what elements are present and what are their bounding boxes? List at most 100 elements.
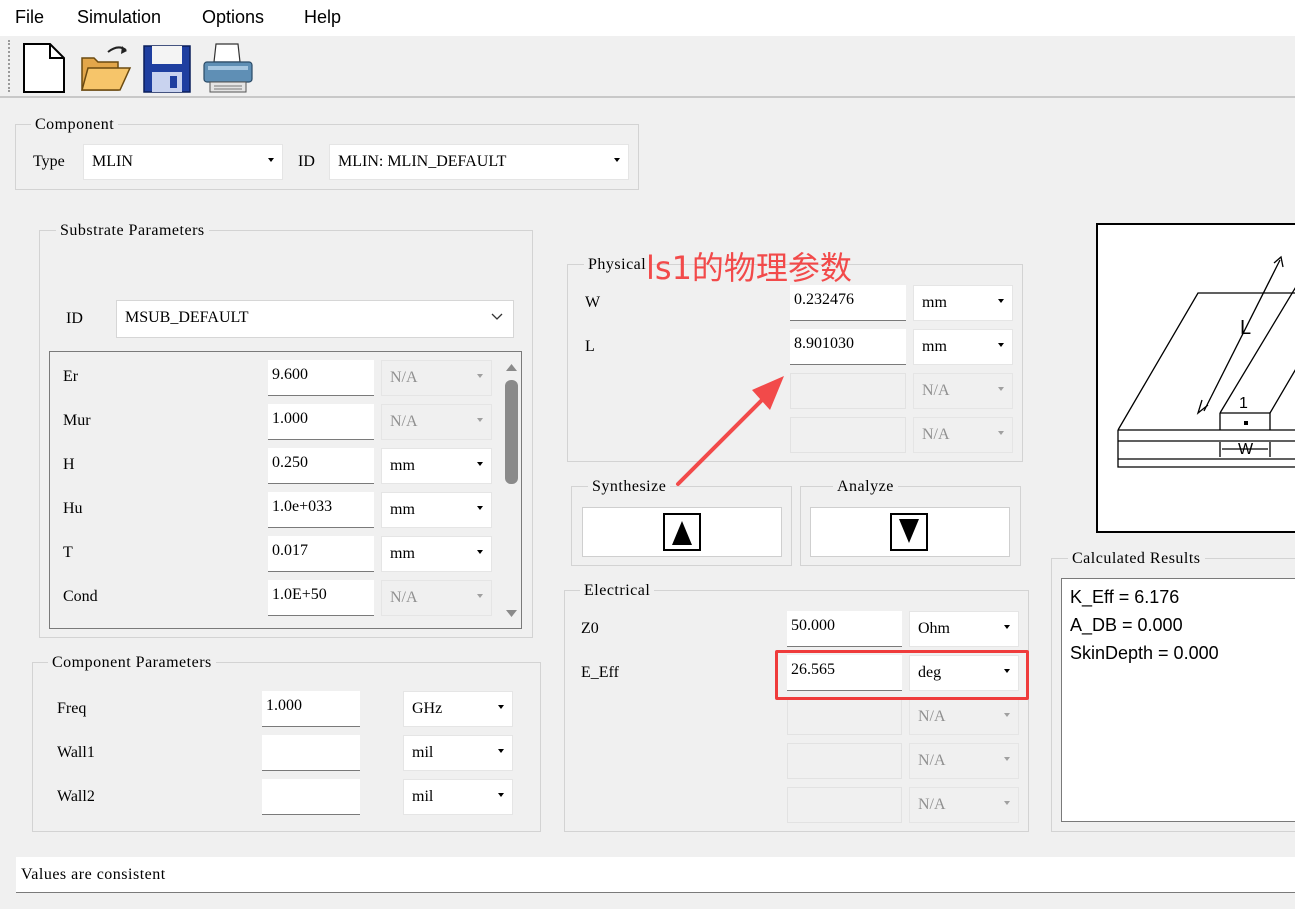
physical-unit-select: N/A [913, 373, 1013, 409]
electrical-param-input[interactable]: 50.000 [787, 611, 902, 647]
electrical-unit-select: N/A [909, 787, 1019, 823]
physical-unit-select: N/A [913, 417, 1013, 453]
component-param-input[interactable] [262, 779, 360, 815]
printer-icon[interactable] [200, 40, 256, 96]
analyze-legend: Analyze [833, 478, 898, 496]
physical-unit-select-value: mm [922, 338, 947, 355]
scroll-up-icon[interactable] [506, 364, 517, 371]
electrical-unit-select-value: N/A [918, 796, 946, 813]
arrow-up-icon [663, 513, 701, 551]
substrate-legend: Substrate Parameters [56, 222, 209, 240]
physical-unit-select-value: N/A [922, 426, 950, 443]
new-file-icon[interactable] [18, 40, 74, 96]
electrical-param-input [787, 787, 902, 823]
component-legend: Component [31, 116, 119, 134]
component-param-unit-select[interactable]: GHz [403, 691, 513, 727]
physical-param-input [790, 417, 906, 453]
substrate-table[interactable]: Er 9.600 N/A Mur 1.000 N/A H 0.250 mm Hu 1.0e+033 m… [49, 351, 522, 629]
physical-unit-select[interactable]: mm [913, 329, 1013, 365]
open-folder-icon[interactable] [78, 40, 134, 96]
electrical-unit-select[interactable]: Ohm [909, 611, 1019, 647]
component-id-select[interactable]: MLIN: MLIN_DEFAULT [329, 144, 629, 180]
component-param-unit-select[interactable]: mil [403, 735, 513, 771]
component-params-legend: Component Parameters [48, 654, 216, 672]
physical-param-input[interactable]: 8.901030 [790, 329, 906, 365]
substrate-param-input[interactable]: 0.017 [268, 536, 374, 572]
analyze-button[interactable] [810, 507, 1010, 557]
scrollbar-thumb[interactable] [505, 380, 518, 484]
component-param-input[interactable] [262, 735, 360, 771]
microstrip-diagram: L 1 W [1096, 223, 1295, 533]
type-select-value: MLIN [92, 153, 133, 170]
synthesize-button[interactable] [582, 507, 782, 557]
chevron-down-icon [1004, 625, 1010, 629]
component-param-input[interactable]: 1.000 [262, 691, 360, 727]
component-param-unit-select-value: GHz [412, 700, 443, 717]
chevron-down-icon [998, 343, 1004, 347]
substrate-unit-select: N/A [381, 360, 492, 396]
electrical-param-label: E_Eff [581, 664, 619, 681]
chevron-down-icon [998, 431, 1004, 435]
annotation-text: ls1的物理参数 [646, 249, 852, 287]
physical-param-input[interactable]: 0.232476 [790, 285, 906, 321]
highlight-box [775, 650, 1029, 700]
substrate-unit-select-value: mm [390, 545, 415, 562]
substrate-param-input[interactable]: 0.250 [268, 448, 374, 484]
physical-unit-select-value: mm [922, 294, 947, 311]
electrical-unit-select: N/A [909, 743, 1019, 779]
substrate-param-input[interactable]: 1.0E+50 [268, 580, 374, 616]
physical-unit-select-value: N/A [922, 382, 950, 399]
substrate-unit-select[interactable]: mm [381, 536, 492, 572]
type-label: Type [33, 153, 65, 170]
substrate-param-label: Er [63, 368, 79, 385]
electrical-param-input [787, 699, 902, 735]
physical-unit-select[interactable]: mm [913, 285, 1013, 321]
electrical-param-input [787, 743, 902, 779]
chevron-down-icon [1004, 713, 1010, 717]
type-select[interactable]: MLIN [83, 144, 283, 180]
substrate-param-label: T [63, 544, 73, 561]
chevron-down-icon [498, 705, 504, 709]
substrate-param-input[interactable]: 1.0e+033 [268, 492, 374, 528]
component-param-label: Wall1 [57, 744, 95, 761]
substrate-unit-select-value: N/A [390, 369, 418, 386]
substrate-unit-select-value: N/A [390, 413, 418, 430]
chevron-down-icon [998, 387, 1004, 391]
electrical-unit-select: N/A [909, 699, 1019, 735]
results-textbox[interactable]: K_Eff = 6.176 A_DB = 0.000 SkinDepth = 0… [1061, 578, 1295, 822]
component-param-label: Freq [57, 700, 87, 717]
component-id-value: MLIN: MLIN_DEFAULT [338, 153, 507, 170]
menu-options[interactable]: Options [202, 7, 264, 28]
physical-param-label: W [585, 294, 601, 311]
substrate-param-label: Hu [63, 500, 83, 517]
substrate-unit-select-value: mm [390, 501, 415, 518]
substrate-param-label: Mur [63, 412, 91, 429]
menu-help[interactable]: Help [304, 7, 341, 28]
results-legend: Calculated Results [1068, 550, 1205, 568]
substrate-unit-select[interactable]: mm [381, 448, 492, 484]
diagram-label-w: W [1238, 441, 1254, 458]
diagram-label-l: L [1240, 317, 1251, 339]
physical-legend: Physical [584, 256, 651, 274]
chevron-down-icon [1004, 801, 1010, 805]
menu-file[interactable]: File [15, 7, 44, 28]
scroll-down-icon[interactable] [506, 610, 517, 617]
component-param-unit-select[interactable]: mil [403, 779, 513, 815]
substrate-scrollbar[interactable] [501, 352, 521, 628]
result-line: A_DB = 0.000 [1070, 615, 1183, 635]
substrate-unit-select[interactable]: mm [381, 492, 492, 528]
chevron-down-icon [498, 749, 504, 753]
toolbar-grip[interactable] [8, 40, 10, 92]
menu-bar: File Simulation Options Help [0, 0, 1295, 36]
substrate-param-input[interactable]: 9.600 [268, 360, 374, 396]
electrical-legend: Electrical [580, 582, 655, 600]
chevron-down-icon [477, 462, 483, 466]
substrate-param-input[interactable]: 1.000 [268, 404, 374, 440]
save-disk-icon[interactable] [140, 40, 196, 96]
chevron-down-icon [477, 594, 483, 598]
physical-param-label: L [585, 338, 595, 355]
component-param-unit-select-value: mil [412, 788, 434, 805]
menu-simulation[interactable]: Simulation [77, 7, 161, 28]
arrow-down-icon [890, 513, 928, 551]
substrate-id-select[interactable]: MSUB_DEFAULT [116, 300, 514, 338]
